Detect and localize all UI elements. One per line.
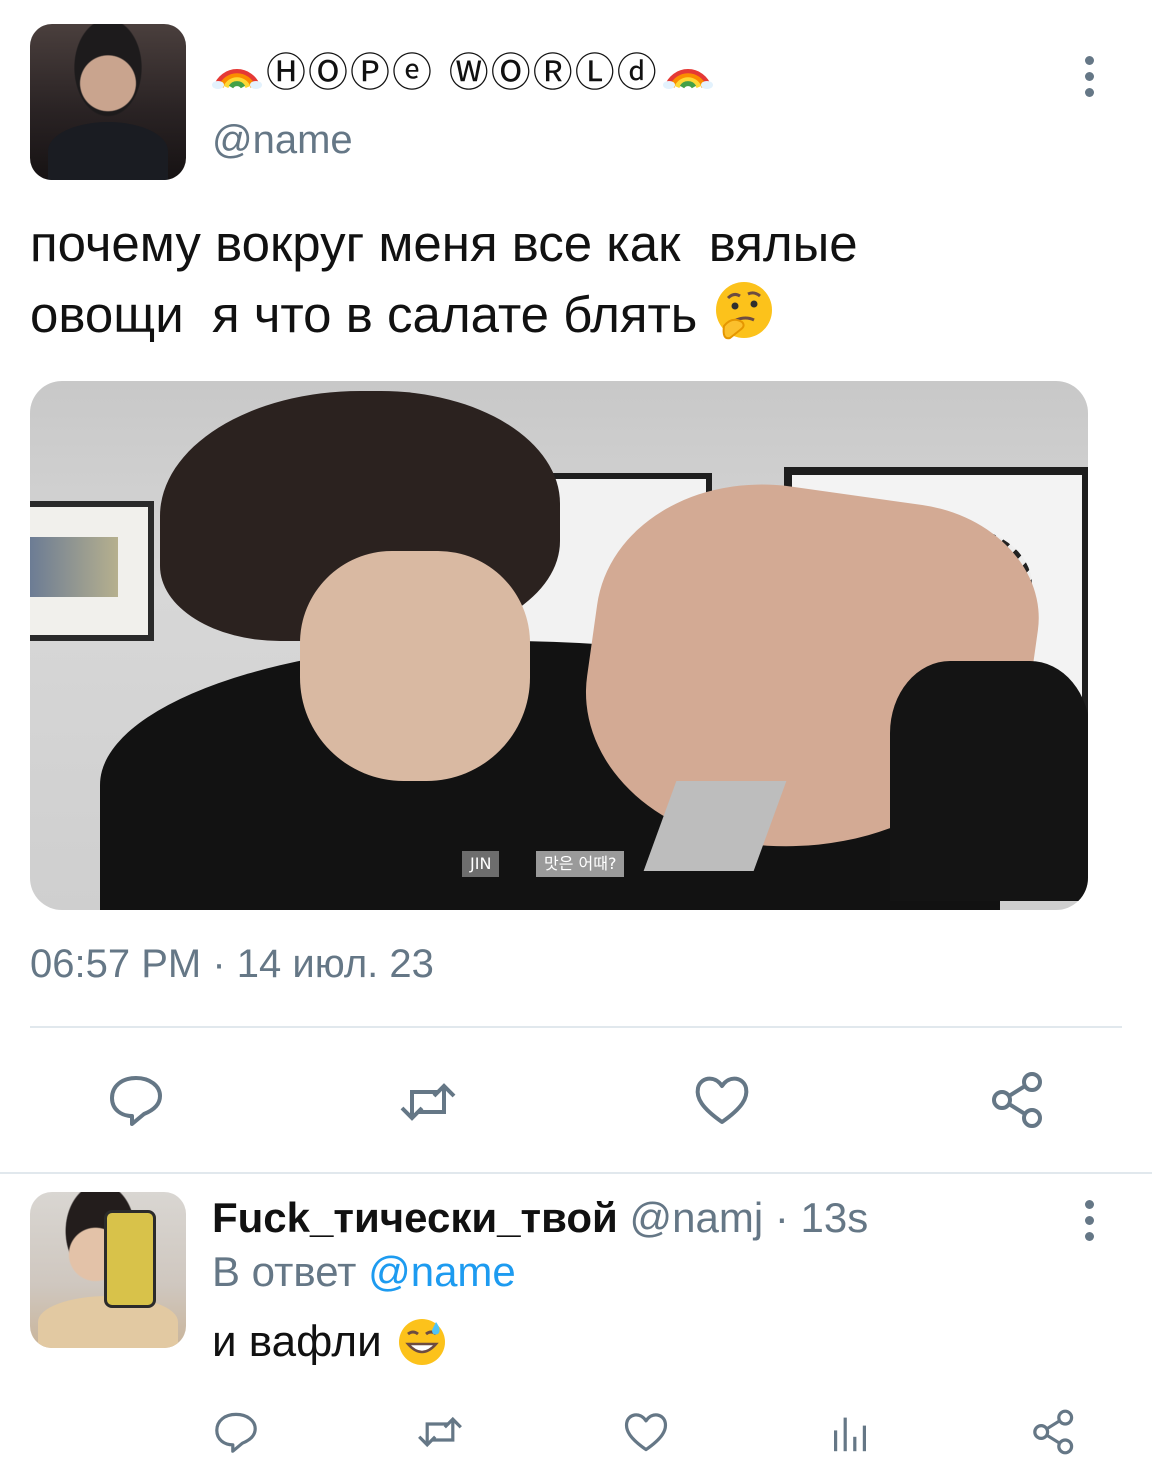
- author-handle[interactable]: @name: [212, 118, 353, 163]
- reply-text-content: и вафли: [212, 1317, 382, 1366]
- avatar-figure: [48, 122, 168, 180]
- person-sleeve: [890, 661, 1088, 901]
- reply-views-button[interactable]: [826, 1408, 874, 1456]
- reply-mention-link[interactable]: @name: [368, 1248, 516, 1295]
- thinking-face-icon: [715, 282, 772, 340]
- reply-prefix: В ответ: [212, 1248, 357, 1295]
- reply-author-meta: @namj · 13s: [629, 1194, 869, 1241]
- rainbow-icon: [212, 69, 262, 89]
- heart-icon: [624, 1413, 668, 1452]
- heart-icon: [695, 1076, 749, 1124]
- reply-icon: [110, 1076, 162, 1126]
- reply-share-button[interactable]: [1030, 1408, 1078, 1456]
- reply-retweet-button[interactable]: [416, 1408, 464, 1456]
- share-icon: [1033, 1409, 1074, 1455]
- reply-icon: [215, 1412, 257, 1453]
- divider: [0, 1172, 1152, 1174]
- bar-chart-icon: [834, 1417, 866, 1452]
- retweet-icon: [400, 1083, 456, 1121]
- more-options-icon[interactable]: [1082, 56, 1096, 100]
- reply-header: Fuck_тически_твой @namj · 13s: [212, 1194, 868, 1242]
- media-caption-tag: JIN: [462, 851, 500, 877]
- retweet-icon: [418, 1416, 462, 1448]
- reply-context: В ответ @name: [212, 1248, 516, 1296]
- reply-like-button[interactable]: [622, 1408, 670, 1456]
- tweet-timestamp[interactable]: 06:57 PM · 14 июл. 23: [30, 942, 434, 987]
- divider: [30, 1026, 1122, 1028]
- author-avatar[interactable]: [30, 24, 186, 180]
- person-face: [300, 551, 530, 781]
- media-caption-tag: 맛은 어때?: [536, 851, 625, 877]
- reply-text: и вафли: [212, 1316, 448, 1368]
- reply-button[interactable]: [106, 1070, 166, 1130]
- tweet-text: почему вокруг меня все как вялые овощи я…: [30, 210, 1130, 349]
- author-display-name[interactable]: ⒽⓄⓅⓔ ⓌⓄⓇⓁⓓ: [212, 44, 713, 96]
- display-name-text: ⒽⓄⓅⓔ ⓌⓄⓇⓁⓓ: [266, 50, 659, 96]
- like-button[interactable]: [692, 1070, 752, 1130]
- grinning-sweat-face-icon: [398, 1319, 445, 1365]
- tweet-media-image[interactable]: JIN 맛은 어때?: [30, 381, 1088, 910]
- reply-more-options-icon[interactable]: [1082, 1200, 1096, 1244]
- retweet-button[interactable]: [398, 1072, 458, 1132]
- share-icon: [992, 1072, 1042, 1128]
- reply-reply-button[interactable]: [212, 1408, 260, 1456]
- background-frame: [30, 501, 154, 641]
- reply-author-name[interactable]: Fuck_тически_твой: [212, 1194, 618, 1241]
- reply-author-avatar[interactable]: [30, 1192, 186, 1348]
- rainbow-icon: [662, 69, 713, 89]
- avatar-phone: [104, 1210, 156, 1308]
- share-button[interactable]: [988, 1070, 1048, 1130]
